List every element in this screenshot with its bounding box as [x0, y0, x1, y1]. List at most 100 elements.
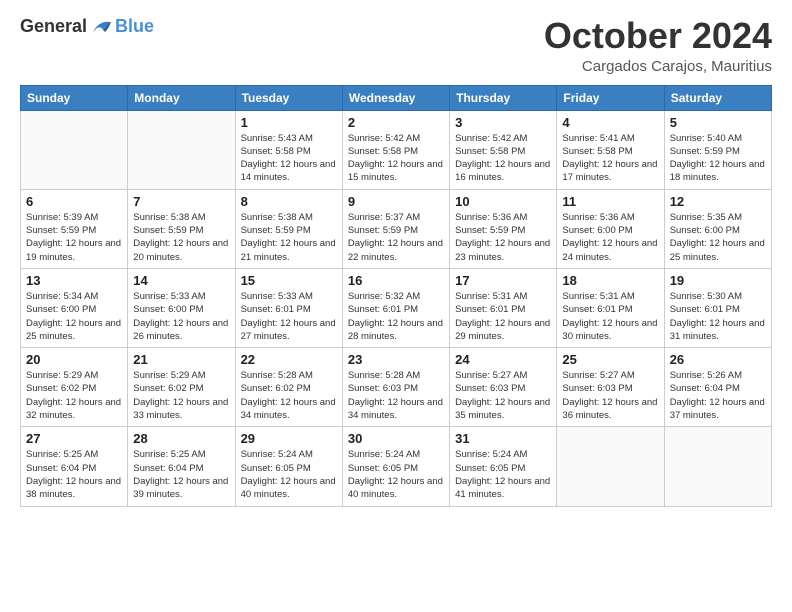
title-area: October 2024 Cargados Carajos, Mauritius — [544, 16, 772, 75]
day-number: 14 — [133, 273, 229, 288]
calendar-cell: 19Sunrise: 5:30 AM Sunset: 6:01 PM Dayli… — [664, 268, 771, 347]
day-number: 10 — [455, 194, 551, 209]
calendar-cell: 15Sunrise: 5:33 AM Sunset: 6:01 PM Dayli… — [235, 268, 342, 347]
day-info: Sunrise: 5:24 AM Sunset: 6:05 PM Dayligh… — [455, 448, 551, 501]
calendar-cell — [128, 110, 235, 189]
day-info: Sunrise: 5:27 AM Sunset: 6:03 PM Dayligh… — [455, 369, 551, 422]
calendar-cell: 10 Sunrise: 5:36 AM Sunset: 5:59 PM Dayli… — [450, 189, 557, 268]
day-info: Sunrise: 5:25 AM Sunset: 6:04 PM Dayligh… — [26, 448, 122, 501]
header: General Blue October 2024 Cargados Caraj… — [20, 16, 772, 75]
calendar-cell — [21, 110, 128, 189]
day-info: Sunrise: 5:40 AM Sunset: 5:59 PM Dayligh… — [670, 132, 766, 185]
day-number: 17 — [455, 273, 551, 288]
logo-bird-icon — [91, 18, 113, 36]
day-info: Sunrise: 5:43 AM Sunset: 5:58 PM Dayligh… — [241, 132, 337, 185]
day-number: 1 — [241, 115, 337, 130]
day-number: 30 — [348, 431, 444, 446]
calendar-week-row: 1 Sunrise: 5:43 AM Sunset: 5:58 PM Daylig… — [21, 110, 772, 189]
calendar-cell: 8 Sunrise: 5:38 AM Sunset: 5:59 PM Daylig… — [235, 189, 342, 268]
day-number: 24 — [455, 352, 551, 367]
calendar-table: SundayMondayTuesdayWednesdayThursdayFrid… — [20, 85, 772, 507]
calendar-cell: 5Sunrise: 5:40 AM Sunset: 5:59 PM Daylig… — [664, 110, 771, 189]
day-number: 4 — [562, 115, 658, 130]
calendar-cell: 25 Sunrise: 5:27 AM Sunset: 6:03 PM Dayli… — [557, 348, 664, 427]
calendar-cell: 27Sunrise: 5:25 AM Sunset: 6:04 PM Dayli… — [21, 427, 128, 506]
calendar-week-row: 13 Sunrise: 5:34 AM Sunset: 6:00 PM Dayli… — [21, 268, 772, 347]
day-info: Sunrise: 5:26 AM Sunset: 6:04 PM Dayligh… — [670, 369, 766, 422]
calendar-header-tuesday: Tuesday — [235, 85, 342, 110]
calendar-header-sunday: Sunday — [21, 85, 128, 110]
day-info: Sunrise: 5:39 AM Sunset: 5:59 PM Dayligh… — [26, 211, 122, 264]
day-number: 20 — [26, 352, 122, 367]
day-number: 21 — [133, 352, 229, 367]
calendar-cell: 17 Sunrise: 5:31 AM Sunset: 6:01 PM Dayli… — [450, 268, 557, 347]
calendar-cell: 20 Sunrise: 5:29 AM Sunset: 6:02 PM Dayli… — [21, 348, 128, 427]
day-info: Sunrise: 5:42 AM Sunset: 5:58 PM Dayligh… — [348, 132, 444, 185]
day-info: Sunrise: 5:36 AM Sunset: 6:00 PM Dayligh… — [562, 211, 658, 264]
day-info: Sunrise: 5:35 AM Sunset: 6:00 PM Dayligh… — [670, 211, 766, 264]
calendar-cell: 23 Sunrise: 5:28 AM Sunset: 6:03 PM Dayli… — [342, 348, 449, 427]
day-number: 28 — [133, 431, 229, 446]
month-title: October 2024 — [544, 16, 772, 56]
day-number: 12 — [670, 194, 766, 209]
day-info: Sunrise: 5:27 AM Sunset: 6:03 PM Dayligh… — [562, 369, 658, 422]
calendar-week-row: 20 Sunrise: 5:29 AM Sunset: 6:02 PM Dayli… — [21, 348, 772, 427]
location-subtitle: Cargados Carajos, Mauritius — [544, 58, 772, 75]
day-number: 9 — [348, 194, 444, 209]
calendar-cell: 6 Sunrise: 5:39 AM Sunset: 5:59 PM Daylig… — [21, 189, 128, 268]
day-info: Sunrise: 5:29 AM Sunset: 6:02 PM Dayligh… — [26, 369, 122, 422]
calendar-cell: 14Sunrise: 5:33 AM Sunset: 6:00 PM Dayli… — [128, 268, 235, 347]
logo-blue-text: Blue — [115, 16, 154, 37]
day-info: Sunrise: 5:41 AM Sunset: 5:58 PM Dayligh… — [562, 132, 658, 185]
calendar-cell: 3Sunrise: 5:42 AM Sunset: 5:58 PM Daylig… — [450, 110, 557, 189]
day-number: 26 — [670, 352, 766, 367]
calendar-cell: 4 Sunrise: 5:41 AM Sunset: 5:58 PM Daylig… — [557, 110, 664, 189]
calendar-header-friday: Friday — [557, 85, 664, 110]
day-number: 6 — [26, 194, 122, 209]
day-info: Sunrise: 5:36 AM Sunset: 5:59 PM Dayligh… — [455, 211, 551, 264]
page: General Blue October 2024 Cargados Caraj… — [0, 0, 792, 612]
calendar-cell: 22 Sunrise: 5:28 AM Sunset: 6:02 PM Dayli… — [235, 348, 342, 427]
day-number: 22 — [241, 352, 337, 367]
calendar-cell: 13 Sunrise: 5:34 AM Sunset: 6:00 PM Dayli… — [21, 268, 128, 347]
day-number: 18 — [562, 273, 658, 288]
day-number: 3 — [455, 115, 551, 130]
calendar-cell: 21Sunrise: 5:29 AM Sunset: 6:02 PM Dayli… — [128, 348, 235, 427]
calendar-header-thursday: Thursday — [450, 85, 557, 110]
day-number: 8 — [241, 194, 337, 209]
calendar-cell: 28 Sunrise: 5:25 AM Sunset: 6:04 PM Dayli… — [128, 427, 235, 506]
day-info: Sunrise: 5:34 AM Sunset: 6:00 PM Dayligh… — [26, 290, 122, 343]
calendar-header-row: SundayMondayTuesdayWednesdayThursdayFrid… — [21, 85, 772, 110]
day-number: 11 — [562, 194, 658, 209]
calendar-header-monday: Monday — [128, 85, 235, 110]
calendar-cell: 2 Sunrise: 5:42 AM Sunset: 5:58 PM Daylig… — [342, 110, 449, 189]
day-number: 29 — [241, 431, 337, 446]
calendar-cell — [557, 427, 664, 506]
calendar-header-wednesday: Wednesday — [342, 85, 449, 110]
calendar-cell: 30Sunrise: 5:24 AM Sunset: 6:05 PM Dayli… — [342, 427, 449, 506]
calendar-cell: 29 Sunrise: 5:24 AM Sunset: 6:05 PM Dayli… — [235, 427, 342, 506]
day-number: 23 — [348, 352, 444, 367]
day-info: Sunrise: 5:28 AM Sunset: 6:03 PM Dayligh… — [348, 369, 444, 422]
day-info: Sunrise: 5:32 AM Sunset: 6:01 PM Dayligh… — [348, 290, 444, 343]
day-number: 2 — [348, 115, 444, 130]
day-number: 15 — [241, 273, 337, 288]
logo-general-text: General — [20, 16, 87, 37]
day-info: Sunrise: 5:28 AM Sunset: 6:02 PM Dayligh… — [241, 369, 337, 422]
calendar-cell: 7Sunrise: 5:38 AM Sunset: 5:59 PM Daylig… — [128, 189, 235, 268]
day-info: Sunrise: 5:38 AM Sunset: 5:59 PM Dayligh… — [241, 211, 337, 264]
calendar-week-row: 6 Sunrise: 5:39 AM Sunset: 5:59 PM Daylig… — [21, 189, 772, 268]
day-info: Sunrise: 5:37 AM Sunset: 5:59 PM Dayligh… — [348, 211, 444, 264]
calendar-cell: 26 Sunrise: 5:26 AM Sunset: 6:04 PM Dayli… — [664, 348, 771, 427]
calendar-cell: 11 Sunrise: 5:36 AM Sunset: 6:00 PM Dayli… — [557, 189, 664, 268]
day-info: Sunrise: 5:24 AM Sunset: 6:05 PM Dayligh… — [241, 448, 337, 501]
day-info: Sunrise: 5:25 AM Sunset: 6:04 PM Dayligh… — [133, 448, 229, 501]
calendar-cell: 16 Sunrise: 5:32 AM Sunset: 6:01 PM Dayli… — [342, 268, 449, 347]
day-info: Sunrise: 5:31 AM Sunset: 6:01 PM Dayligh… — [455, 290, 551, 343]
day-number: 19 — [670, 273, 766, 288]
day-number: 25 — [562, 352, 658, 367]
day-number: 16 — [348, 273, 444, 288]
day-number: 7 — [133, 194, 229, 209]
calendar-cell: 24 Sunrise: 5:27 AM Sunset: 6:03 PM Dayli… — [450, 348, 557, 427]
day-number: 13 — [26, 273, 122, 288]
